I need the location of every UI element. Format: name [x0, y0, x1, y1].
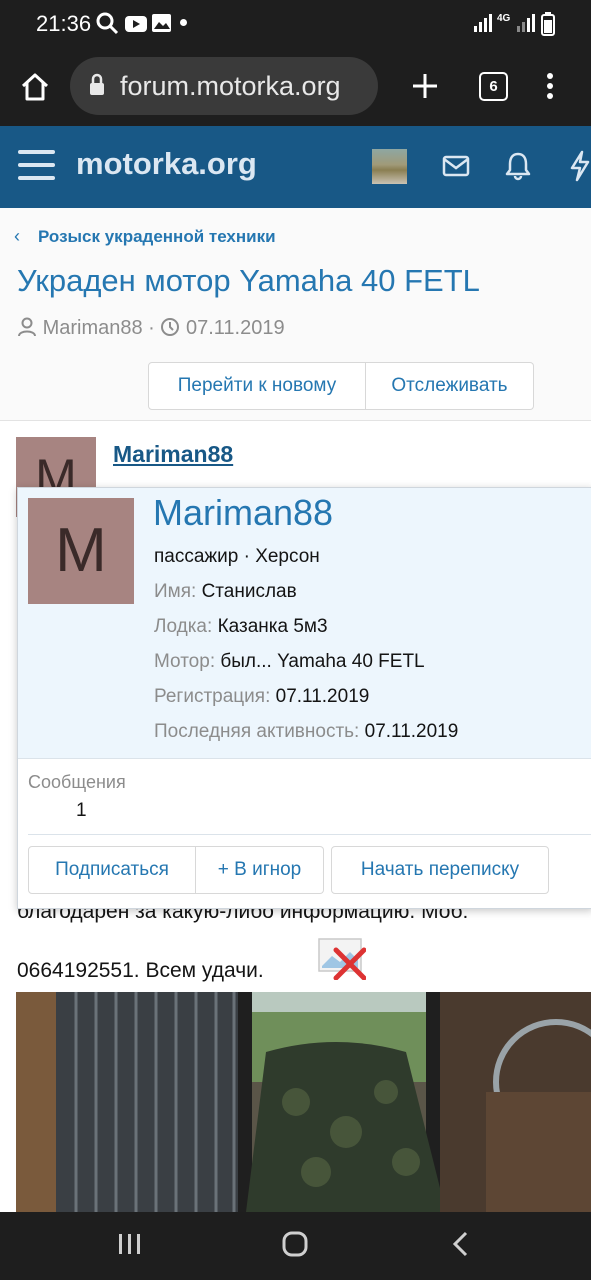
gallery-icon — [152, 14, 171, 32]
search-icon — [96, 12, 119, 35]
lightning-icon[interactable] — [568, 150, 591, 182]
thread-author[interactable]: Mariman88 — [43, 317, 143, 339]
member-realname-value: Станислав — [201, 581, 297, 602]
post-text-line: 0664192551. Всем удачи. — [17, 959, 264, 982]
member-messages-label: Сообщения — [28, 772, 126, 792]
member-avatar[interactable]: M — [28, 498, 134, 604]
inbox-icon[interactable] — [442, 153, 470, 179]
recent-apps-icon[interactable] — [117, 1232, 143, 1256]
menu-dots-icon[interactable] — [542, 72, 558, 100]
member-boat-value: Казанка 5м3 — [217, 616, 328, 637]
member-realname-row: Имя: Станислав — [154, 581, 297, 603]
clock-icon — [161, 318, 180, 336]
home-icon[interactable] — [20, 72, 50, 102]
member-title-location: пассажир · Херсон — [154, 546, 320, 567]
home-nav-icon[interactable] — [282, 1231, 308, 1257]
thread-meta: Mariman88 · 07.11.2019 — [17, 317, 285, 340]
member-activity-value: 07.11.2019 — [364, 721, 459, 742]
member-boat-row: Лодка: Казанка 5м3 — [154, 616, 328, 638]
post-photo[interactable] — [16, 992, 591, 1212]
thread-date[interactable]: 07.11.2019 — [186, 317, 285, 339]
battery-icon — [541, 12, 555, 36]
member-boat-label: Лодка: — [154, 616, 213, 637]
member-registration-value: 07.11.2019 — [275, 686, 370, 707]
divider — [28, 834, 591, 835]
go-to-new-button[interactable]: Перейти к новому — [148, 362, 366, 410]
tab-switcher-button[interactable]: 6 — [479, 72, 508, 101]
url-text[interactable]: forum.motorka.org — [120, 71, 341, 102]
back-nav-icon[interactable] — [451, 1231, 469, 1257]
breadcrumb[interactable]: Розыск украденной техники — [38, 227, 276, 247]
member-messages-value[interactable]: 1 — [76, 800, 87, 822]
member-motor-row: Мотор: был... Yamaha 40 FETL — [154, 651, 425, 673]
member-realname-label: Имя: — [154, 581, 197, 602]
meta-separator: · — [148, 317, 155, 339]
member-motor-label: Мотор: — [154, 651, 216, 672]
chevron-left-icon: ‹ — [14, 226, 20, 246]
thread-title: Украден мотор Yamaha 40 FETL — [17, 263, 480, 298]
member-registration-label: Регистрация: — [154, 686, 271, 707]
bell-icon[interactable] — [505, 151, 531, 181]
signal-icon-2 — [517, 14, 535, 32]
broken-image-icon — [318, 938, 366, 980]
lock-icon — [90, 73, 104, 95]
site-logo[interactable]: motorka.org — [76, 146, 257, 182]
new-tab-icon[interactable] — [411, 72, 439, 100]
youtube-icon — [125, 16, 147, 32]
network-type: 4G — [497, 13, 511, 24]
ignore-button[interactable]: + В игнор — [196, 846, 324, 894]
member-activity-label: Последняя активность: — [154, 721, 360, 742]
post-username[interactable]: Mariman88 — [113, 441, 233, 468]
watch-button[interactable]: Отслеживать — [366, 362, 534, 410]
hamburger-menu-icon[interactable] — [18, 149, 56, 181]
member-activity-row: Последняя активность: 07.11.2019 — [154, 721, 458, 743]
follow-button[interactable]: Подписаться — [28, 846, 196, 894]
member-registration-row: Регистрация: 07.11.2019 — [154, 686, 369, 708]
user-avatar[interactable] — [372, 149, 407, 184]
signal-icon — [474, 14, 492, 32]
member-motor-value: был... Yamaha 40 FETL — [220, 651, 425, 672]
status-time: 21:36 — [36, 11, 92, 36]
start-conversation-button[interactable]: Начать переписку — [331, 846, 549, 894]
notification-dot-icon — [180, 19, 187, 26]
user-icon — [18, 317, 36, 337]
member-name[interactable]: Mariman88 — [153, 492, 333, 534]
